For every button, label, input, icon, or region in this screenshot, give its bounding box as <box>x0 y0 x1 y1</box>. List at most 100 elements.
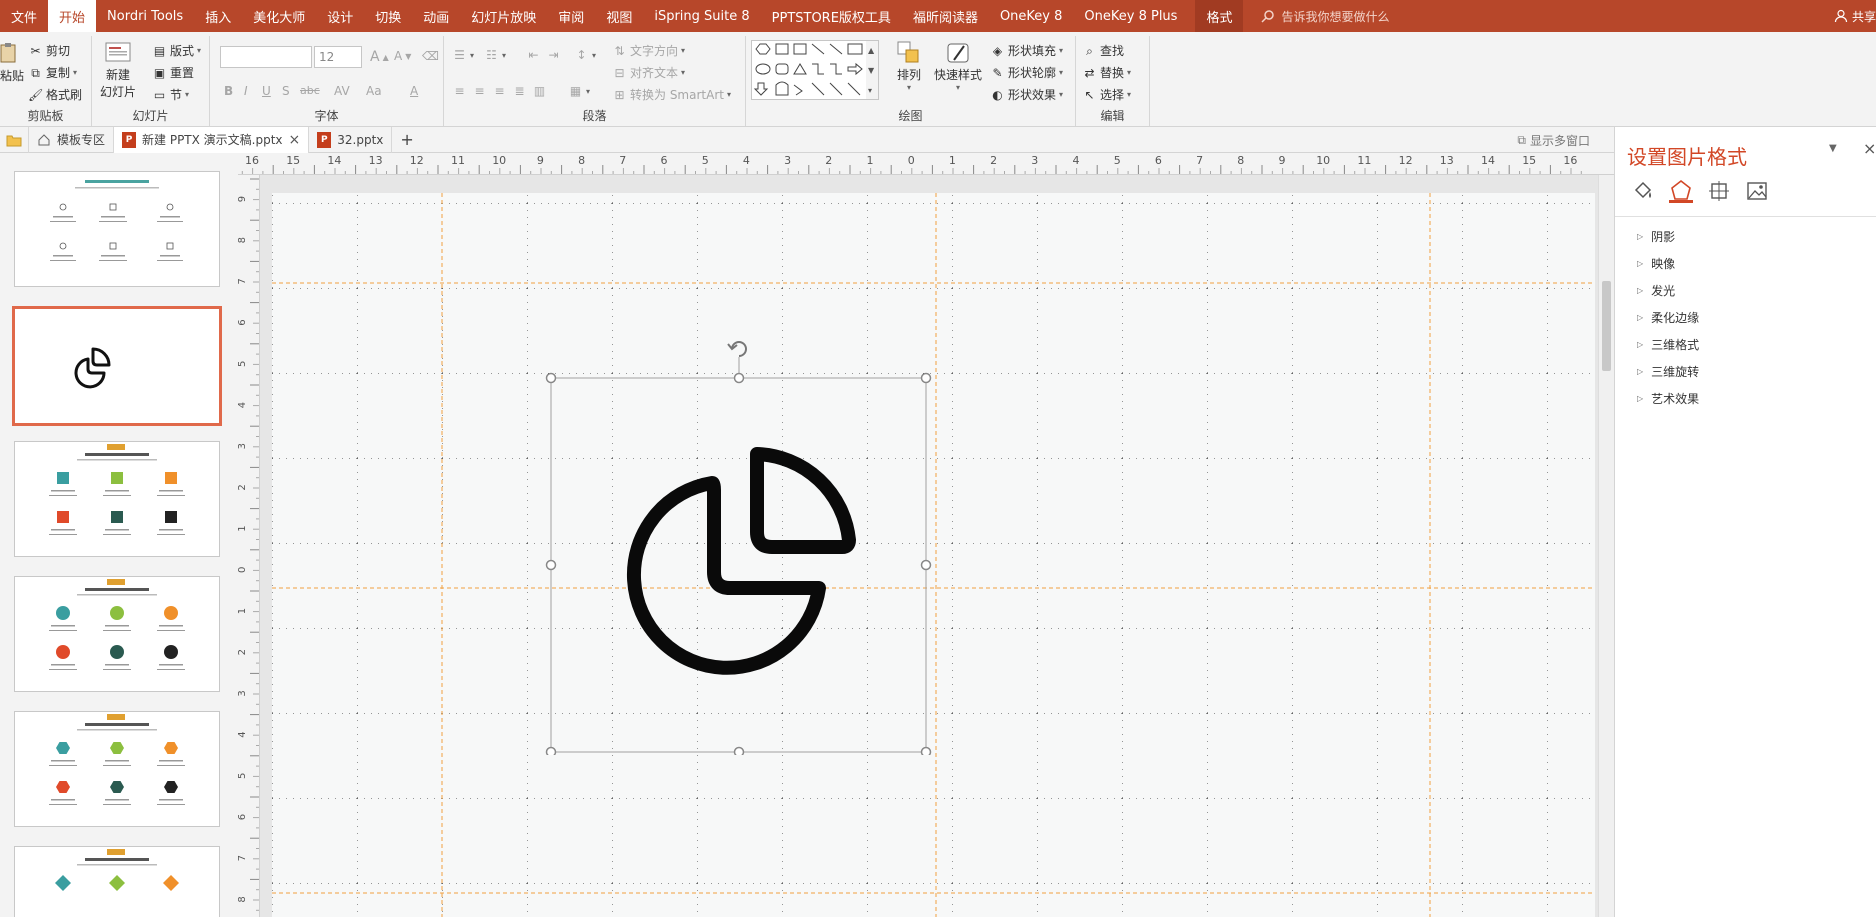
shape-gallery[interactable]: ▲ ▼ ▾ <box>751 40 879 100</box>
scrollbar-thumb[interactable] <box>1602 281 1611 371</box>
shape-fill-button[interactable]: ◈ 形状填充 ▾ <box>990 42 1063 59</box>
paste-button[interactable]: 粘贴 <box>0 42 24 84</box>
show-multiwindow-button[interactable]: ⧉ 显示多窗口 <box>1517 132 1590 149</box>
italic-button[interactable]: I <box>244 84 248 98</box>
section-3d-rotation[interactable]: ▷ 三维旋转 <box>1637 363 1699 380</box>
tab-nordri-tools[interactable]: Nordri Tools <box>96 0 194 32</box>
bullets-button[interactable]: ☰ ▾ <box>452 48 474 62</box>
find-button[interactable]: ⌕ 查找 <box>1082 42 1124 59</box>
share-button[interactable]: 共享 <box>1834 0 1876 32</box>
layout-button[interactable]: ▤ 版式 ▾ <box>152 42 201 59</box>
selected-picture[interactable] <box>542 335 942 758</box>
fill-line-icon[interactable] <box>1631 179 1655 203</box>
replace-button[interactable]: ⇄ 替换 ▾ <box>1082 64 1131 81</box>
tab-slideshow[interactable]: 幻灯片放映 <box>460 0 547 32</box>
font-size-combo[interactable]: 12 <box>314 46 362 68</box>
tab-transitions[interactable]: 切换 <box>364 0 412 32</box>
tab-home[interactable]: 开始 <box>48 0 97 32</box>
tab-new-pptx[interactable]: P 新建 PPTX 演示文稿.pptx × <box>114 126 310 153</box>
reset-label: 重置 <box>170 66 195 80</box>
slide-thumbnail-5[interactable] <box>14 711 220 827</box>
change-case-button[interactable]: Aa <box>366 84 382 98</box>
slide-thumbnail-2[interactable] <box>12 306 222 426</box>
section-button[interactable]: ▭ 节 ▾ <box>152 86 189 103</box>
tab-view[interactable]: 视图 <box>595 0 643 32</box>
tab-review[interactable]: 审阅 <box>547 0 595 32</box>
ruler-label: 15 <box>1522 154 1536 167</box>
tab-ispring[interactable]: iSpring Suite 8 <box>643 0 760 32</box>
format-painter-button[interactable]: 🖌 格式刷 <box>28 86 82 103</box>
line-spacing-button[interactable]: ↕ ▾ <box>574 48 596 62</box>
section-3d-format[interactable]: ▷ 三维格式 <box>1637 336 1699 353</box>
new-tab-button[interactable]: + <box>392 127 421 153</box>
tab-pptstore[interactable]: PPTSTORE版权工具 <box>761 0 902 32</box>
decrease-indent-button[interactable]: ⇤ <box>526 48 541 62</box>
slide-thumbnail-3[interactable] <box>14 441 220 557</box>
align-left-button[interactable]: ≡ <box>452 84 467 98</box>
pane-options-dropdown[interactable]: ▼ <box>1829 143 1837 154</box>
tab-foxit[interactable]: 福昕阅读器 <box>902 0 989 32</box>
shape-outline-button[interactable]: ✎ 形状轮廓 ▾ <box>990 64 1063 81</box>
home-folder-tab[interactable] <box>0 126 29 153</box>
reset-icon: ▣ <box>153 65 166 80</box>
section-glow[interactable]: ▷ 发光 <box>1637 282 1675 299</box>
shrink-font-button[interactable]: A ▼ <box>394 49 411 63</box>
size-properties-icon[interactable] <box>1707 179 1731 203</box>
distributed-button[interactable]: ▥ <box>532 84 547 98</box>
picture-icon[interactable] <box>1745 179 1769 203</box>
new-slide-button[interactable]: 新建 幻灯片 <box>100 38 136 100</box>
layout-icon: ▤ <box>153 43 166 58</box>
ruler-label: 2 <box>990 154 997 167</box>
tab-design[interactable]: 设计 <box>316 0 364 32</box>
tab-32-pptx-label: 32.pptx <box>337 132 384 147</box>
align-text-button[interactable]: ⊟ 对齐文本 ▾ <box>612 64 685 81</box>
reset-button[interactable]: ▣ 重置 <box>152 64 194 81</box>
align-center-button[interactable]: ≡ <box>472 84 487 98</box>
tell-me-box[interactable]: 告诉我你想要做什么 <box>1261 0 1389 32</box>
cut-button[interactable]: ✂ 剪切 <box>28 42 70 59</box>
align-right-button[interactable]: ≡ <box>492 84 507 98</box>
tab-animations[interactable]: 动画 <box>412 0 460 32</box>
tab-beautify-master[interactable]: 美化大师 <box>242 0 316 32</box>
shape-effects-button[interactable]: ◐ 形状效果 ▾ <box>990 86 1063 103</box>
slide-thumbnail-6[interactable] <box>14 846 220 917</box>
strikethrough-button[interactable]: abc <box>300 84 320 97</box>
quick-styles-button[interactable]: 快速样式 ▾ <box>934 40 982 92</box>
shadow-button[interactable]: S <box>282 84 290 98</box>
tab-32-pptx[interactable]: P 32.pptx <box>309 126 393 153</box>
vertical-scrollbar[interactable] <box>1598 175 1614 917</box>
clear-format-button[interactable]: ⌫ <box>422 49 439 63</box>
section-artistic-effects[interactable]: ▷ 艺术效果 <box>1637 390 1699 407</box>
select-button[interactable]: ↖ 选择 ▾ <box>1082 86 1131 103</box>
tab-format[interactable]: 格式 <box>1195 0 1244 32</box>
underline-button[interactable]: U <box>262 84 271 98</box>
columns-button[interactable]: ▦ ▾ <box>568 84 590 98</box>
section-shadow[interactable]: ▷ 阴影 <box>1637 228 1675 245</box>
section-soft-edges[interactable]: ▷ 柔化边缘 <box>1637 309 1699 326</box>
tab-file[interactable]: 文件 <box>0 0 48 32</box>
grow-font-button[interactable]: A ▲ <box>370 49 389 65</box>
font-family-combo[interactable] <box>220 46 312 68</box>
arrange-button[interactable]: 排列 ▾ <box>896 40 922 92</box>
group-drawing-label: 绘图 <box>898 109 923 123</box>
close-icon[interactable]: × <box>289 132 301 148</box>
close-icon[interactable]: × <box>1863 139 1876 158</box>
numbering-button[interactable]: ☷ ▾ <box>484 48 506 62</box>
convert-smartart-button[interactable]: ⊞ 转换为 SmartArt ▾ <box>612 86 731 103</box>
tab-onekey8[interactable]: OneKey 8 <box>989 0 1073 32</box>
tab-template-zone[interactable]: 模板专区 <box>29 126 115 153</box>
char-spacing-button[interactable]: AV <box>334 84 350 98</box>
text-direction-button[interactable]: ⇅ 文字方向 ▾ <box>612 42 685 59</box>
effects-icon[interactable] <box>1669 179 1693 203</box>
bold-button[interactable]: B <box>224 84 233 98</box>
copy-button[interactable]: ⧉ 复制 ▾ <box>28 64 77 81</box>
section-reflection[interactable]: ▷ 映像 <box>1637 255 1675 272</box>
slide-thumbnail-4[interactable] <box>14 576 220 692</box>
increase-indent-button[interactable]: ⇥ <box>546 48 561 62</box>
tab-insert[interactable]: 插入 <box>194 0 242 32</box>
font-color-button[interactable]: A <box>410 84 418 98</box>
tab-onekey8-plus[interactable]: OneKey 8 Plus <box>1073 0 1188 32</box>
justify-button[interactable]: ≣ <box>512 84 527 98</box>
slide-thumbnail-1[interactable] <box>14 171 220 287</box>
ruler-label: 5 <box>238 773 248 779</box>
